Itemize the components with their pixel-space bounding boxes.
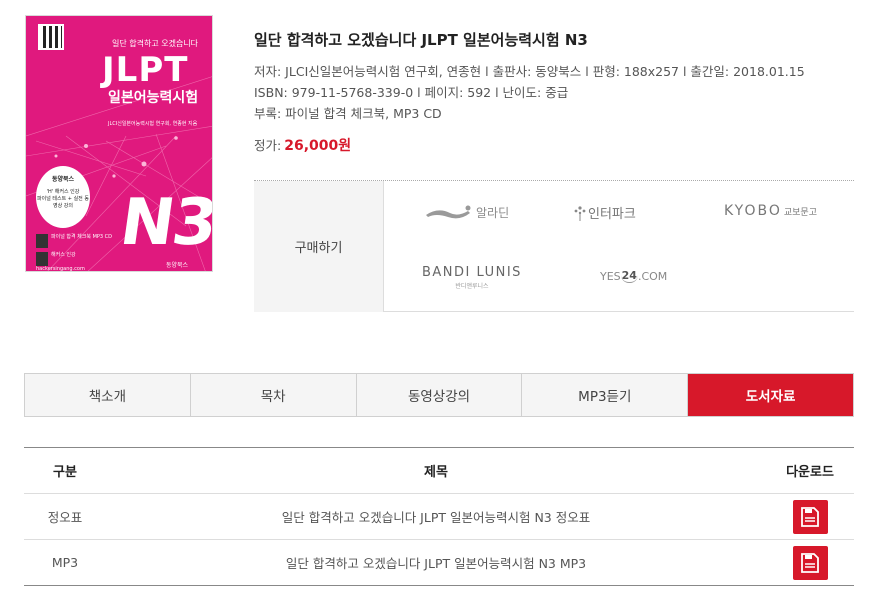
book-price: 정가: 26,000원 — [254, 135, 351, 155]
table-row: 정오표 일단 합격하고 오겠습니다 JLPT 일본어능력시험 N3 정오표 — [24, 494, 854, 540]
aladin-genie-icon — [426, 205, 471, 219]
tab-book-intro[interactable]: 책소개 — [25, 374, 191, 416]
book-meta-authors: 저자: JLCI신일본어능력시험 연구회, 연종현 l 출판사: 동양북스 l … — [254, 64, 805, 79]
store-aladin-link[interactable]: 알라딘 — [424, 203, 509, 221]
table-row: MP3 일단 합격하고 오겠습니다 JLPT 일본어능력시험 N3 MP3 — [24, 540, 854, 586]
cover-subtitle: 일본어능력시험 — [108, 90, 199, 106]
bandi-label: BANDI LUNIS — [422, 265, 522, 280]
cover-authors: JLCI신일본어능력시험 연구회, 연종현 지음 — [108, 121, 198, 127]
row-type: 정오표 — [47, 510, 83, 525]
kyobo-sub-label: 교보문고 — [783, 207, 817, 218]
price-label: 정가: — [254, 138, 282, 153]
materials-table: 구분 제목 다운로드 정오표 일단 합격하고 오겠습니다 JLPT 일본어능력시… — [24, 447, 854, 586]
row-title: 일단 합격하고 오겠습니다 JLPT 일본어능력시험 N3 MP3 — [285, 556, 587, 571]
tab-mp3-listen[interactable]: MP3듣기 — [522, 374, 689, 416]
content-tabs: 책소개 목차 동영상강의 MP3듣기 도서자료 — [24, 373, 854, 417]
table-header-row: 구분 제목 다운로드 — [24, 448, 854, 494]
badge-line-3: 파이널 테스트 + 실전 동영상 강의 — [37, 196, 89, 209]
header-type: 구분 — [53, 465, 77, 480]
bandi-sub-label: 반디앤루니스 — [455, 283, 489, 290]
cover-badge: 동양북스 'H' 해커스 인강 파이널 테스트 + 실전 동영상 강의 — [36, 166, 90, 228]
interpark-flower-icon — [574, 205, 586, 221]
store-kyobo-link[interactable]: KYOBO 교보문고 — [724, 203, 817, 219]
store-yes24-link[interactable]: YES 24 .COM — [600, 269, 667, 283]
purchase-label: 구매하기 — [254, 181, 384, 312]
save-icon — [801, 552, 819, 573]
book-meta-isbn: ISBN: 979-11-5768-339-0 l 페이지: 592 l 난이도… — [254, 85, 569, 100]
save-icon — [801, 506, 819, 527]
book-title: 일단 합격하고 오겠습니다 JLPT 일본어능력시험 N3 — [254, 31, 588, 49]
price-value: 26,000원 — [284, 138, 352, 154]
cover-publisher: 동양북스 — [166, 262, 189, 269]
book-cover-image: 일단 합격하고 오겠습니다 JLPT 일본어능력시험 JLCI신일본어능력시험 … — [25, 15, 213, 272]
badge-line-1: 동양북스 — [51, 176, 75, 183]
yes24-prefix: YES — [600, 269, 621, 283]
kyobo-label: KYOBO — [724, 203, 782, 219]
row-title: 일단 합격하고 오겠습니다 JLPT 일본어능력시험 N3 정오표 — [281, 510, 591, 525]
cover-slogan: 일단 합격하고 오겠습니다 — [112, 39, 199, 48]
qr-code — [38, 24, 64, 50]
download-button[interactable] — [792, 545, 828, 580]
store-bandi-link[interactable]: BANDI LUNIS 반디앤루니스 — [422, 265, 522, 290]
cover-level: N3 — [115, 186, 213, 260]
aladin-label: 알라딘 — [476, 205, 510, 220]
store-interpark-link[interactable]: 인터파크 — [572, 203, 636, 222]
yes24-suffix: .COM — [637, 269, 668, 283]
tab-book-materials[interactable]: 도서자료 — [688, 374, 853, 416]
cover-brand: JLPT — [102, 50, 189, 90]
download-button[interactable] — [792, 499, 828, 534]
badge-line-2: 'H' 해커스 인강 — [46, 189, 80, 195]
purchase-section: 구매하기 알라딘 인터파크 KYOBO 교보문고 BANDI LUNIS 반디앤루… — [254, 180, 854, 312]
cover-extra-1: 파이널 합격 체크북 MP3 CD — [36, 234, 120, 252]
tab-contents[interactable]: 목차 — [191, 374, 357, 416]
book-meta-supplement: 부록: 파이널 합격 체크북, MP3 CD — [254, 106, 442, 121]
row-type: MP3 — [51, 555, 79, 570]
yes24-number: 24 — [620, 269, 638, 283]
header-download: 다운로드 — [786, 465, 834, 480]
cover-extra-2: 해커스 인강 hackersingang.com — [36, 252, 85, 272]
header-title: 제목 — [424, 465, 448, 480]
interpark-label: 인터파크 — [588, 207, 636, 222]
tab-video-lecture[interactable]: 동영상강의 — [357, 374, 523, 416]
